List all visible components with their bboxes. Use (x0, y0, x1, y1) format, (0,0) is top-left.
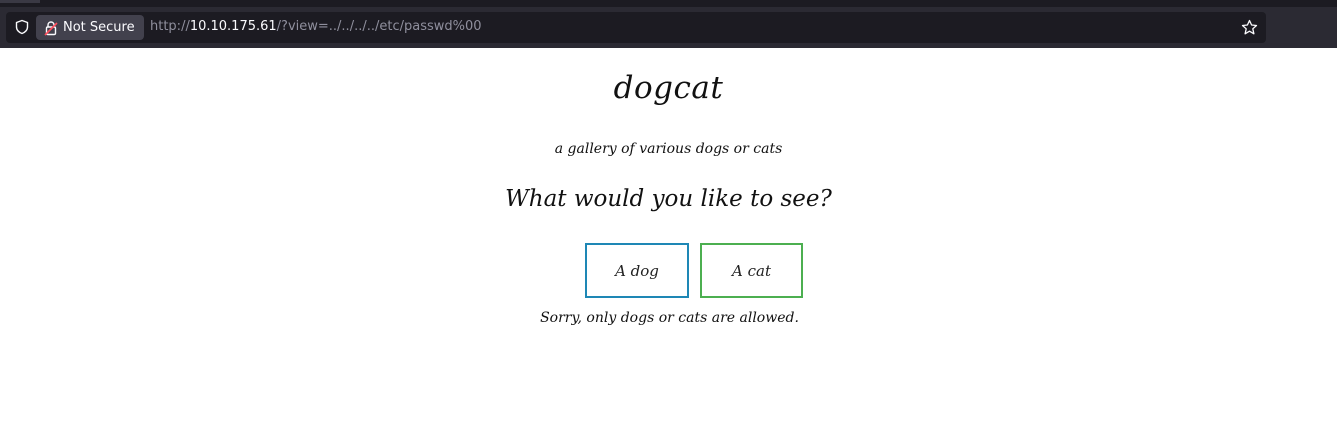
lock-icon (44, 20, 58, 36)
dog-button[interactable]: A dog (585, 243, 689, 298)
page-subtitle: a gallery of various dogs or cats (554, 141, 783, 157)
selection-prompt: What would you like to see? (505, 186, 832, 212)
url-path: /?view=../../../../etc/passwd%00 (276, 19, 482, 34)
star-icon[interactable] (1241, 19, 1258, 36)
url-host: 10.10.175.61 (189, 19, 277, 34)
page-content: dogcat a gallery of various dogs or cats… (0, 48, 1337, 424)
url-text[interactable]: http://10.10.175.61/?view=../../../../et… (150, 19, 482, 34)
not-secure-indicator[interactable]: Not Secure (36, 15, 144, 40)
error-message: Sorry, only dogs or cats are allowed. (540, 310, 799, 326)
cat-button-label: A cat (732, 261, 771, 280)
dog-button-label: A dog (615, 261, 659, 280)
shield-icon[interactable] (14, 19, 30, 35)
page-title: dogcat (613, 70, 724, 106)
browser-toolbar: Not Secure http://10.10.175.61/?view=../… (0, 0, 1337, 48)
address-bar[interactable]: Not Secure http://10.10.175.61/?view=../… (6, 12, 1266, 43)
cat-button[interactable]: A cat (700, 243, 803, 298)
not-secure-label: Not Secure (63, 20, 135, 35)
url-scheme: http:// (150, 19, 190, 34)
tab-edge[interactable] (0, 0, 40, 3)
tab-strip (0, 0, 1337, 7)
